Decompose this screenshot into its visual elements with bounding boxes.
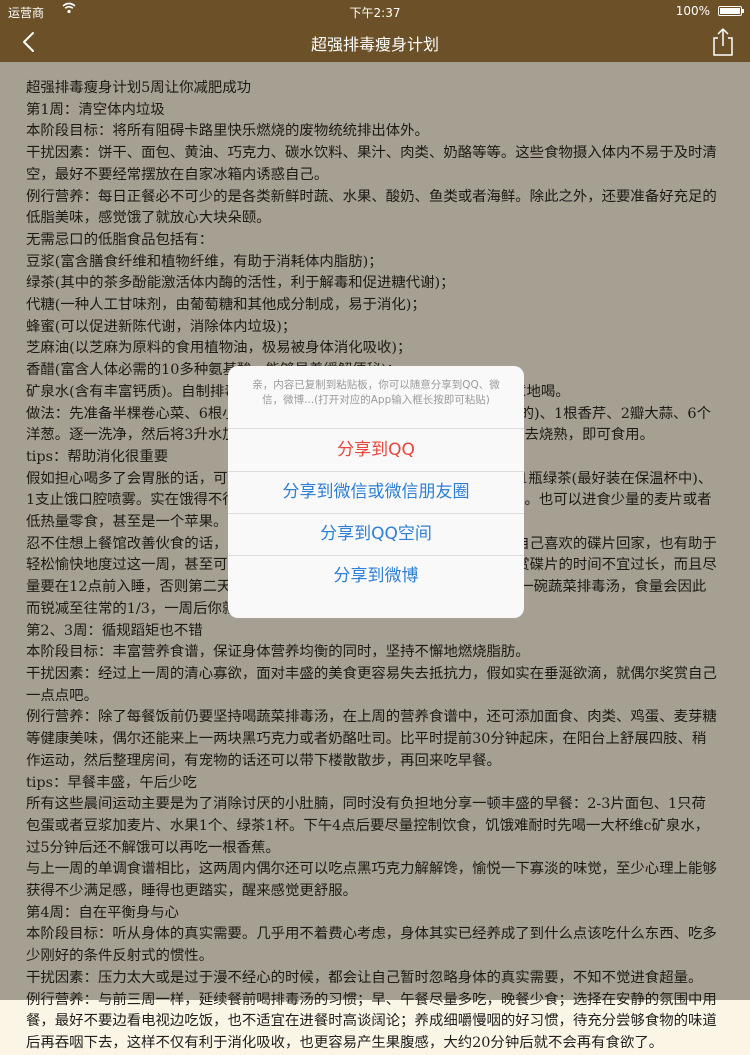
- share-to-weibo-button[interactable]: 分享到微博: [228, 555, 524, 597]
- status-bar: 运营商 下午2:37 100%: [0, 0, 750, 22]
- share-message: 亲，内容已复制到粘贴板，你可以随意分享到QQ、微信，微博...(打开对应的App…: [252, 379, 500, 406]
- share-sheet: 亲，内容已复制到粘贴板，你可以随意分享到QQ、微信，微博...(打开对应的App…: [228, 366, 524, 618]
- battery-icon: [718, 6, 744, 16]
- share-to-qzone-button[interactable]: 分享到QQ空间: [228, 513, 524, 555]
- battery-percentage: 100%: [675, 4, 710, 18]
- share-icon[interactable]: [710, 27, 736, 57]
- share-to-qq-button[interactable]: 分享到QQ: [228, 428, 524, 471]
- page-title: 超强排毒瘦身计划: [310, 35, 439, 54]
- navigation-bar: 超强排毒瘦身计划: [0, 22, 750, 62]
- status-time: 下午2:37: [349, 6, 401, 20]
- share-to-wechat-button[interactable]: 分享到微信或微信朋友圈: [228, 471, 524, 513]
